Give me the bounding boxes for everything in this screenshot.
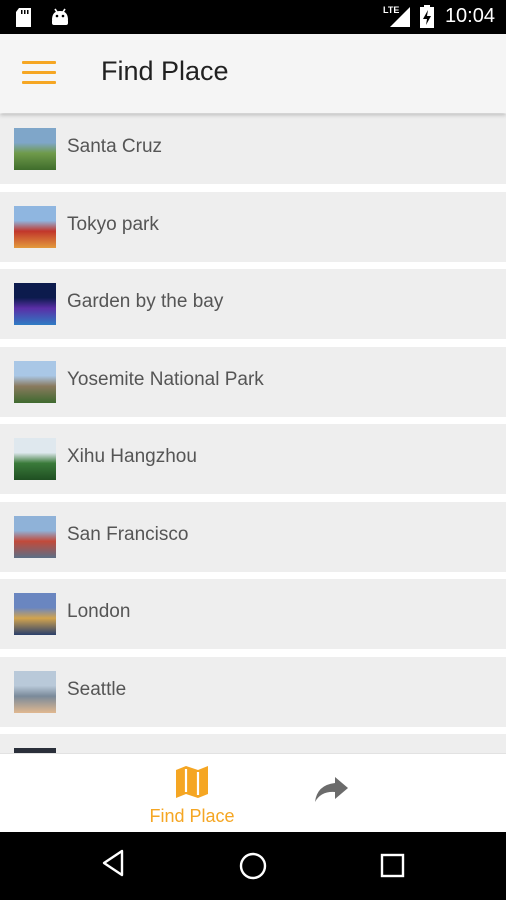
place-list-item[interactable]: Seattle [0, 656, 506, 727]
battery-charging-icon [419, 5, 435, 33]
app-bar: Find Place [0, 34, 506, 113]
place-list-item[interactable]: San Francisco [0, 501, 506, 572]
place-list-item[interactable]: Tokyo park [0, 191, 506, 262]
signal-icon [389, 6, 411, 32]
place-list-item[interactable]: London [0, 579, 506, 649]
place-thumbnail [14, 283, 56, 325]
android-icon [50, 7, 70, 31]
place-thumbnail [14, 670, 56, 713]
place-thumbnail [14, 205, 56, 248]
find-place-tab[interactable]: Find Place [142, 760, 242, 830]
place-thumbnail [14, 128, 56, 170]
home-icon[interactable] [238, 851, 268, 885]
place-list-item[interactable]: Garden by the bay [0, 269, 506, 339]
share-arrow-icon[interactable] [313, 776, 355, 812]
system-nav-bar [0, 832, 506, 900]
place-name: Santa Cruz [67, 136, 163, 157]
place-name: Yosemite National Park [67, 368, 264, 390]
hamburger-menu-icon[interactable] [22, 61, 56, 85]
recents-icon[interactable] [380, 853, 406, 883]
place-name: Garden by the bay [67, 291, 224, 312]
back-icon[interactable] [100, 848, 126, 882]
sd-card-icon [14, 7, 34, 32]
place-thumbnail [14, 593, 56, 635]
place-list-item[interactable]: Xihu Hangzhou [0, 424, 506, 494]
place-thumbnail [14, 515, 56, 558]
map-icon [174, 764, 210, 804]
place-list-item[interactable]: Santa Cruz [0, 114, 506, 184]
place-name: London [67, 601, 131, 622]
place-name: Xihu Hangzhou [67, 446, 197, 467]
status-bar: LTE 10:04 [0, 0, 506, 34]
place-list[interactable]: Santa Cruz Tokyo park Garden by the bay Yos… [0, 113, 506, 753]
place-name: Seattle [67, 678, 127, 700]
bottom-nav: Find Place [0, 753, 506, 832]
place-name: Tokyo park [67, 213, 159, 235]
place-list-item[interactable] [0, 734, 506, 753]
find-place-tab-label: Find Place [149, 806, 235, 826]
place-thumbnail [14, 438, 56, 480]
place-name: San Francisco [67, 523, 189, 545]
page-title: Find Place [101, 56, 229, 86]
place-list-item[interactable]: Yosemite National Park [0, 346, 506, 417]
place-thumbnail [14, 360, 56, 403]
status-time: 10:04 [444, 5, 495, 27]
